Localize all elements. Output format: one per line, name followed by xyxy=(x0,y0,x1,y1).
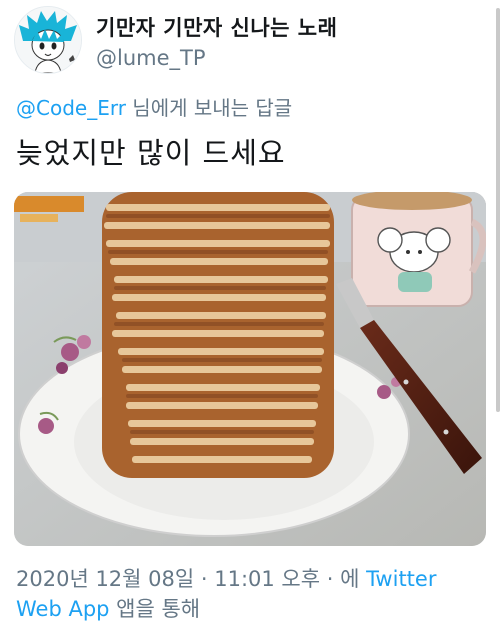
pancake-stack xyxy=(102,192,334,478)
reply-mention-link[interactable]: @Code_Err xyxy=(16,96,126,120)
avatar[interactable] xyxy=(14,6,82,74)
tweet-meta: 2020년 12월 08일 · 11:01 오후 · 에 Twitter Web… xyxy=(16,564,486,624)
reply-context-label: 님에게 보내는 답글 xyxy=(125,96,293,120)
source-suffix: 앱을 통해 xyxy=(109,597,201,621)
tweet-timestamp[interactable]: 2020년 12월 08일 · 11:01 오후 · 에 xyxy=(16,567,366,591)
avatar-image xyxy=(15,7,81,73)
pancake-photo xyxy=(14,192,486,546)
user-handle[interactable]: @lume_TP xyxy=(96,46,206,70)
tweet-photo[interactable] xyxy=(14,192,486,546)
scrollbar[interactable] xyxy=(496,8,500,412)
display-name[interactable]: 기만자 기만자 신나는 노래 xyxy=(96,12,337,42)
reply-context: @Code_Err 님에게 보내는 답글 xyxy=(16,92,292,121)
tweet-header: 기만자 기만자 신나는 노래 @lume_TP xyxy=(0,0,500,84)
tweet-text: 늦었지만 많이 드세요 xyxy=(16,136,286,170)
